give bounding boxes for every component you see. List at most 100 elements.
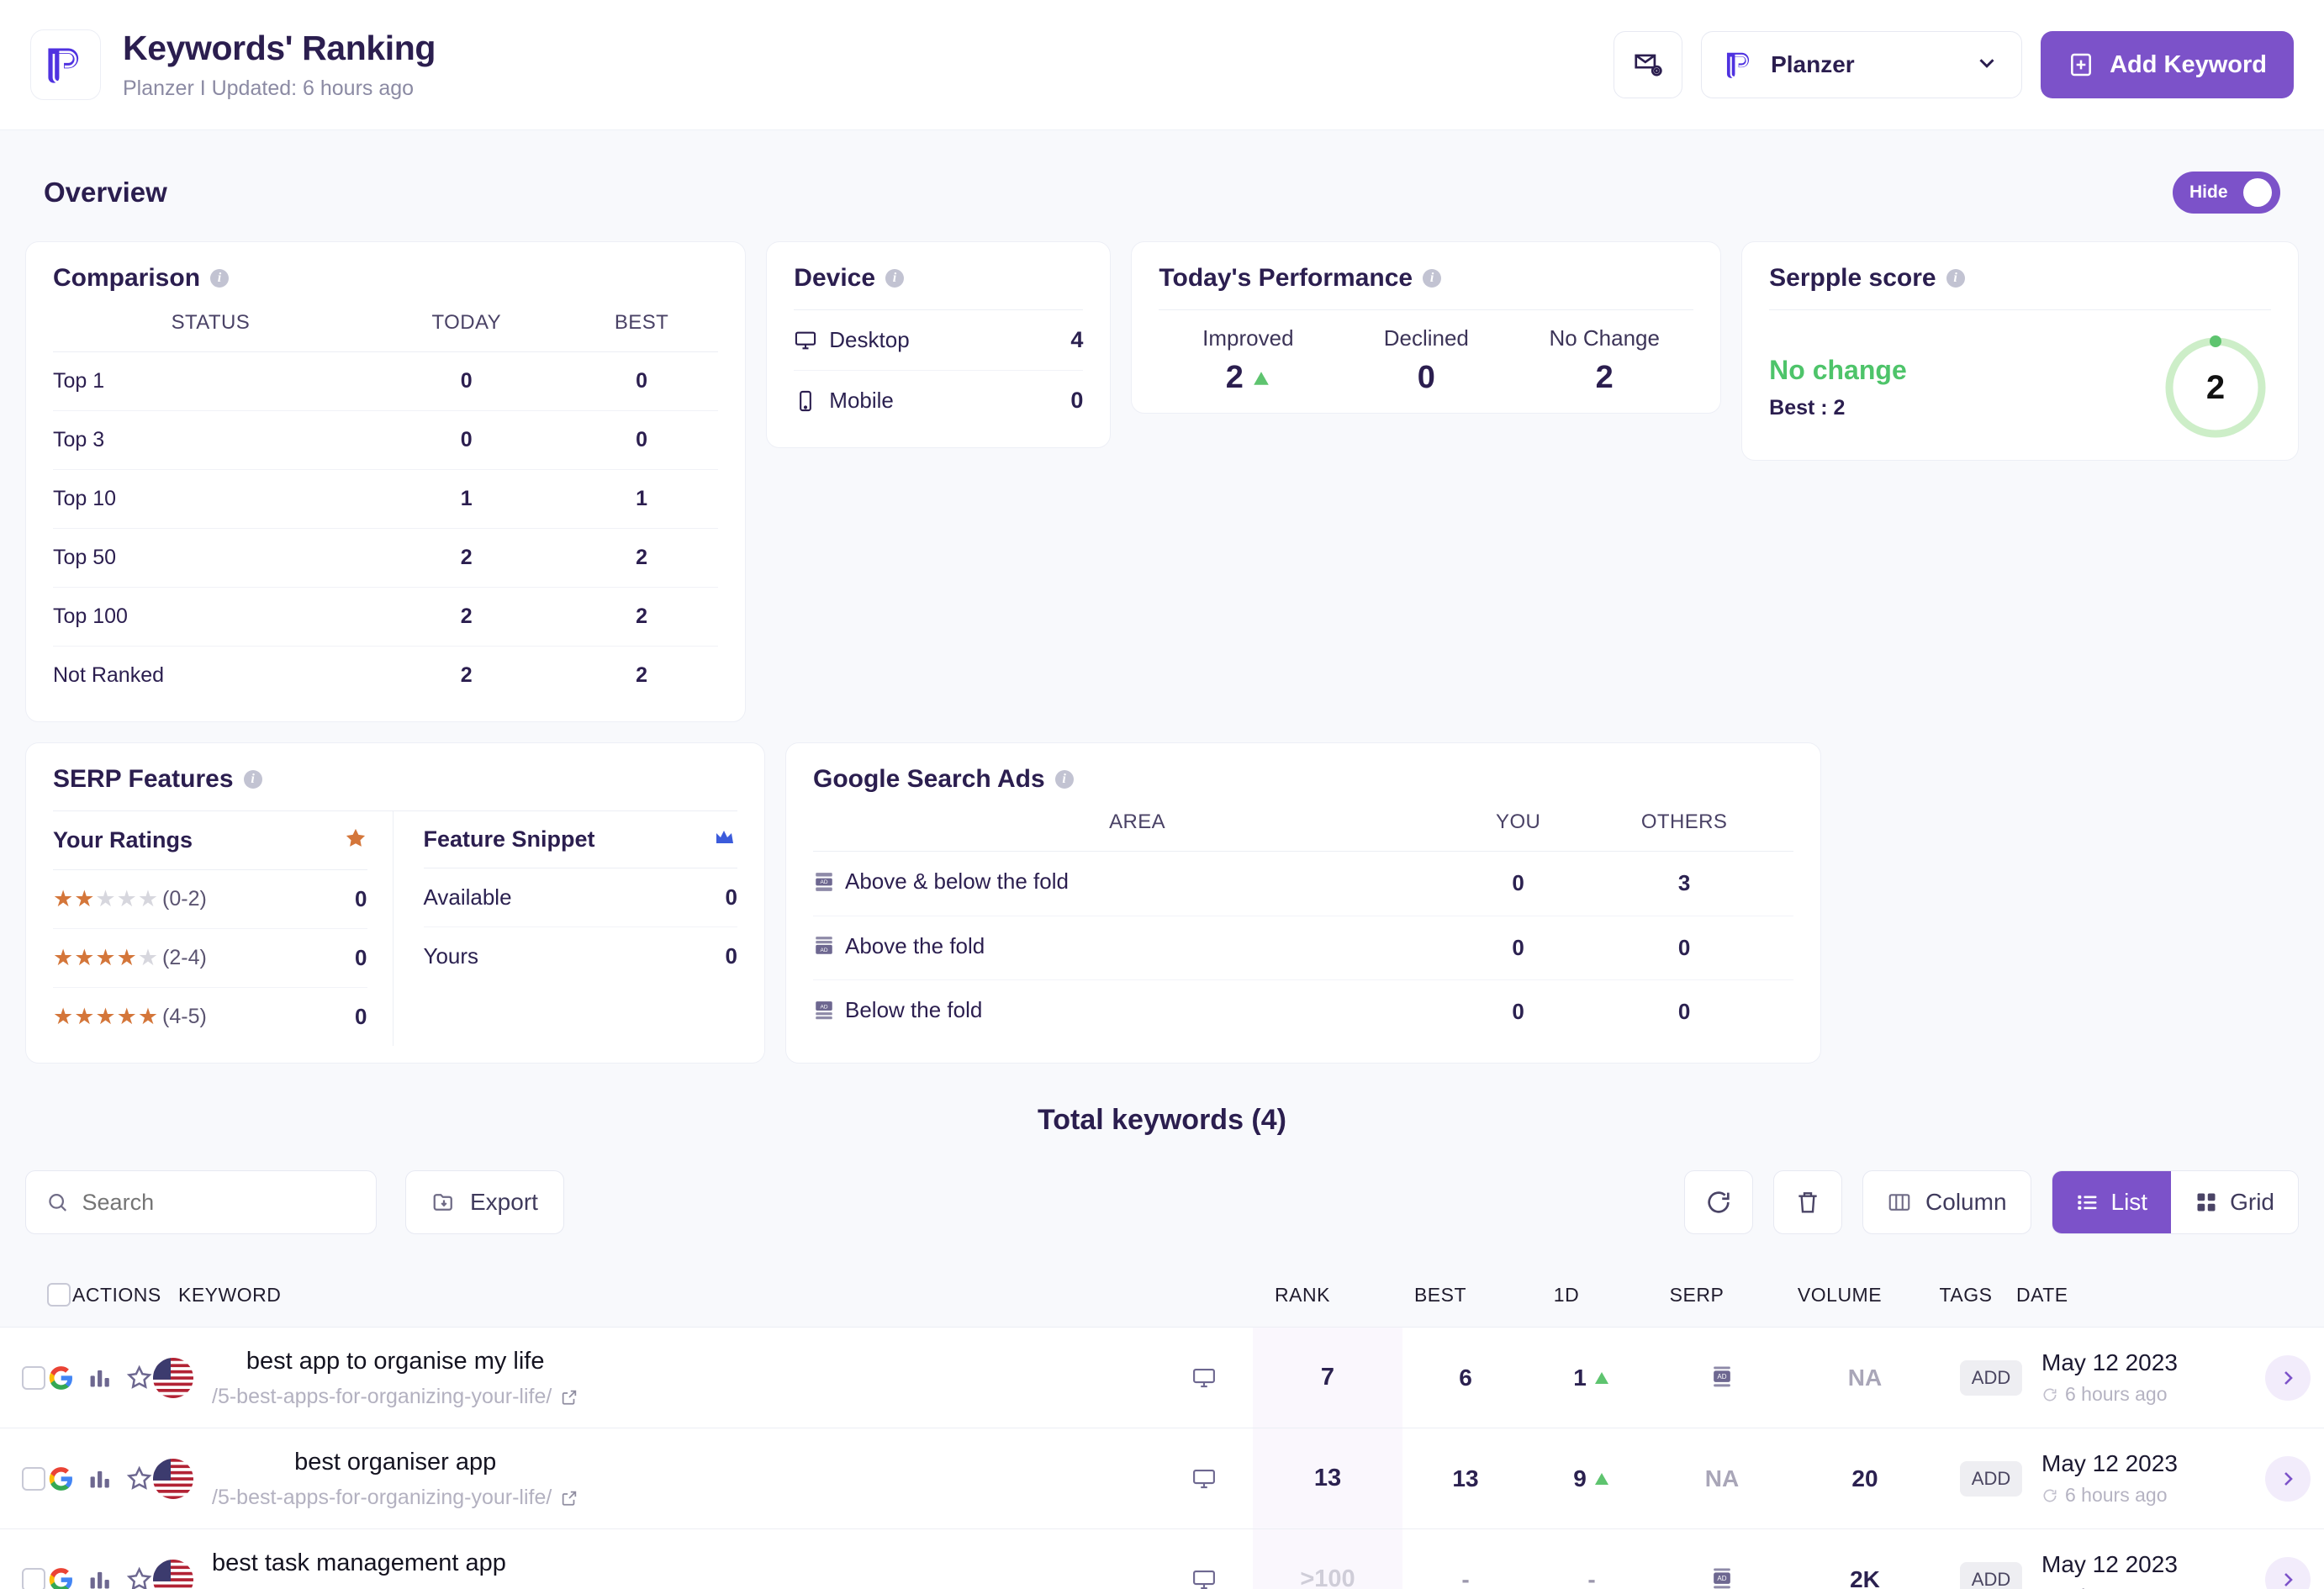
row-1d-value: - [1587, 1565, 1596, 1589]
row-best: 2 [636, 663, 647, 687]
overview-header: Overview Hide [25, 162, 2299, 223]
view-grid-button[interactable]: Grid [2171, 1171, 2298, 1233]
star-icon[interactable] [125, 1465, 153, 1493]
add-keyword-button[interactable]: Add Keyword [2041, 31, 2294, 98]
row-device [1155, 1428, 1253, 1528]
chart-icon[interactable] [87, 1566, 113, 1589]
ad-icon: AD [1714, 1567, 1730, 1588]
search-input[interactable] [82, 1189, 356, 1216]
row-serp[interactable]: AD [1655, 1328, 1789, 1428]
header-actions: Planzer Add Keyword [1614, 31, 2294, 98]
row-today: 1 [367, 469, 565, 529]
serp-features-title: SERP Features i [53, 765, 737, 794]
row-checkbox[interactable] [22, 1567, 45, 1589]
feature-snippet-label: Feature Snippet [423, 826, 595, 852]
crown-icon [712, 827, 737, 852]
star-icon[interactable] [125, 1565, 153, 1589]
svg-text:AD: AD [820, 879, 827, 885]
info-icon[interactable]: i [210, 269, 230, 288]
ads-area-label: Above the fold [845, 932, 985, 958]
add-tag-button[interactable]: ADD [1959, 1561, 2023, 1589]
keyword-url[interactable]: /5-best-apps-for-organizing-your-life/ [212, 1385, 578, 1409]
row-expand-button[interactable] [2265, 1455, 2311, 1502]
ad-icon: AD [1714, 1365, 1730, 1386]
overview-title: Overview [44, 177, 167, 208]
info-icon[interactable]: i [243, 770, 262, 789]
star-icon[interactable] [125, 1364, 153, 1392]
row-device [1155, 1328, 1253, 1428]
star-rating-icons: ★★★★★ [53, 945, 160, 970]
add-tag-button[interactable]: ADD [1959, 1460, 2023, 1497]
google-icon[interactable] [47, 1364, 75, 1392]
row-keyword-text: best organiser app /5-best-apps-for-orga… [212, 1447, 578, 1510]
row-expand-button[interactable] [2265, 1556, 2311, 1589]
performance-grid: Improved 2 Declined 0 No Change 2 [1159, 310, 1693, 396]
mail-settings-button[interactable] [1614, 31, 1683, 98]
hide-overview-toggle[interactable]: Hide [2173, 172, 2280, 214]
delete-button[interactable] [1773, 1170, 1843, 1234]
search-icon [49, 1194, 66, 1212]
info-icon[interactable]: i [1423, 269, 1442, 288]
site-selector[interactable]: Planzer [1701, 31, 2023, 98]
row-status: Top 100 [53, 587, 368, 647]
header-best: BEST [1413, 1283, 1467, 1306]
row-keyword-text: best app to organise my life /5-best-app… [212, 1346, 578, 1409]
chart-icon[interactable] [87, 1365, 113, 1391]
page-title: Keywords' Ranking [123, 29, 436, 68]
chart-icon[interactable] [87, 1465, 113, 1492]
column-label: Column [1925, 1189, 2007, 1215]
table-row: AD Above the fold 0 0 [813, 916, 1793, 980]
keywords-table: ACTIONS KEYWORD RANK BEST 1D SERP VOLUME… [0, 1263, 2324, 1589]
info-icon[interactable]: i [1054, 770, 1074, 789]
table-row[interactable]: best organiser app /5-best-apps-for-orga… [0, 1428, 2324, 1528]
flag-us-icon [153, 1559, 193, 1589]
header-keyword: KEYWORD [178, 1283, 282, 1306]
row-checkbox[interactable] [22, 1466, 45, 1491]
row-date: May 12 2023 6 hours ago [2041, 1428, 2252, 1528]
your-ratings-column: Your Ratings ★★★★★ (0-2) 0 ★★★★★ (2-4) 0… [53, 811, 393, 1046]
performance-value: 0 [1417, 360, 1435, 395]
serpple-score-ring: 2 [2160, 332, 2271, 443]
performance-value: 2 [1595, 360, 1614, 395]
refresh-button[interactable] [1684, 1170, 1754, 1234]
export-button[interactable]: Export [405, 1170, 564, 1234]
row-checkbox[interactable] [22, 1365, 45, 1390]
add-tag-button[interactable]: ADD [1959, 1359, 2023, 1396]
performance-value-wrap: 0 [1337, 360, 1515, 396]
device-card: Device i Desktop 4 Mobile 0 [766, 241, 1112, 448]
row-1d: - [1529, 1529, 1655, 1589]
ads-you-value: 0 [1461, 851, 1576, 916]
row-expand-cell [2252, 1428, 2324, 1528]
view-list-button[interactable]: List [2052, 1171, 2172, 1233]
ads-others-value: 0 [1575, 916, 1793, 980]
table-row: AD Below the fold 0 0 [813, 980, 1793, 1044]
row-date-sub: 6 hours ago [2041, 1383, 2167, 1406]
keyword-url[interactable]: /5-best-apps-for-organizing-your-life/ [212, 1486, 578, 1510]
serpple-score-text: No change Best : 2 [1769, 355, 1907, 420]
row-date-main: May 12 2023 [2041, 1450, 2178, 1476]
select-all-checkbox[interactable] [47, 1283, 71, 1307]
info-icon[interactable]: i [1946, 269, 1965, 288]
table-row: Top 300 [53, 410, 719, 470]
refresh-small-icon [2043, 1388, 2057, 1401]
row-status: Top 10 [53, 469, 368, 529]
row-expand-button[interactable] [2265, 1354, 2311, 1401]
table-row[interactable]: best app to organise my life /5-best-app… [0, 1327, 2324, 1428]
serpple-score-title-text: Serpple score [1769, 264, 1936, 292]
column-button[interactable]: Column [1862, 1170, 2031, 1234]
info-icon[interactable]: i [885, 269, 905, 288]
google-icon[interactable] [47, 1565, 75, 1589]
row-serp[interactable]: AD [1655, 1529, 1789, 1589]
trash-icon [1798, 1192, 1817, 1213]
table-row[interactable]: best task management app planzer.io >100… [0, 1528, 2324, 1589]
row-date-sub-text: 6 hours ago [2065, 1484, 2168, 1506]
ad-below-fold-icon: AD [816, 1000, 832, 1019]
google-icon[interactable] [47, 1465, 75, 1493]
export-icon [433, 1194, 452, 1211]
row-actions [47, 1428, 153, 1528]
row-date-main: May 12 2023 [2041, 1349, 2178, 1375]
search-box[interactable] [25, 1170, 377, 1234]
row-best: 1 [564, 469, 719, 529]
performance-label: Declined [1383, 325, 1469, 351]
ads-others-value: 3 [1575, 851, 1793, 916]
